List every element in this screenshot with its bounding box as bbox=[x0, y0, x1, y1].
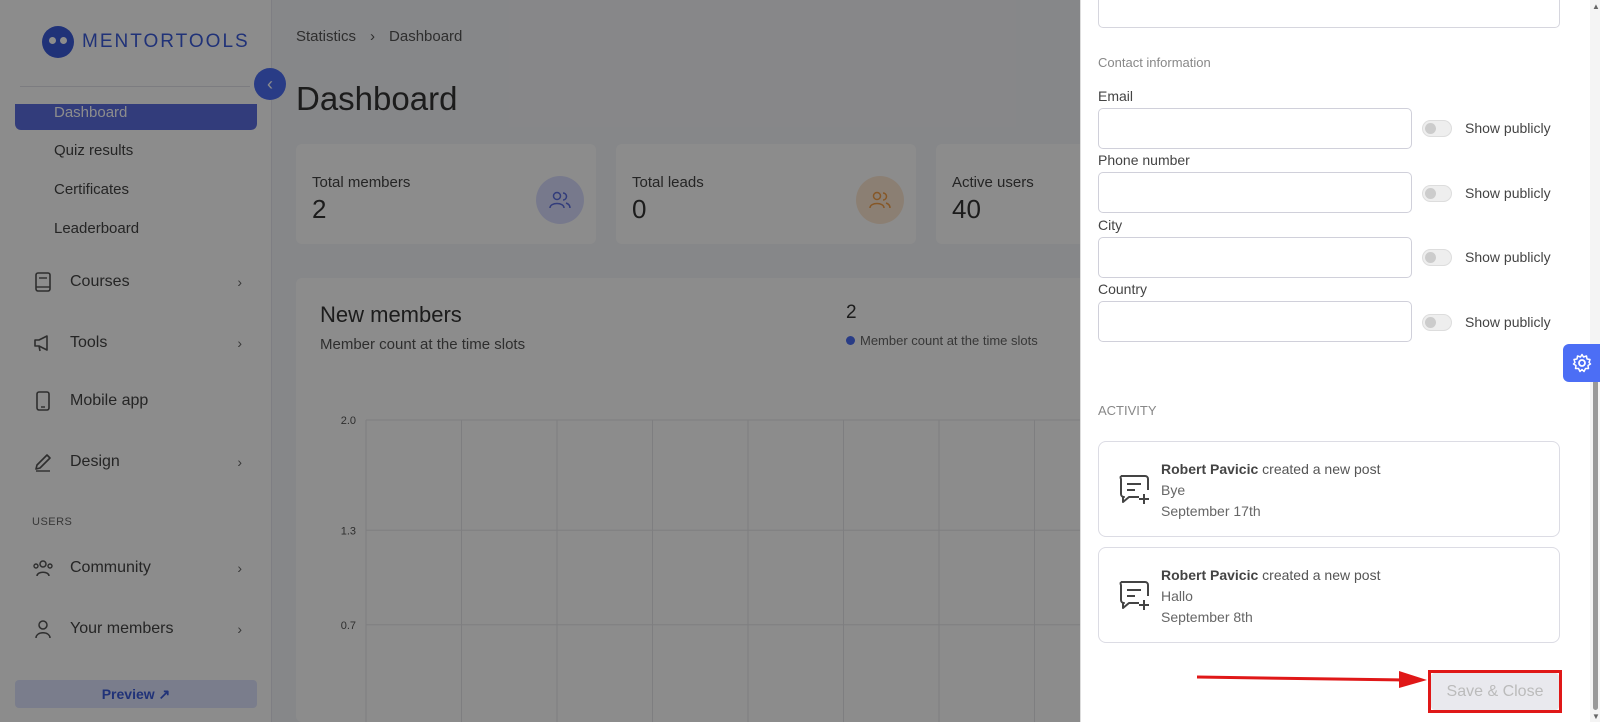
message-add-icon bbox=[1119, 581, 1149, 610]
country-show-publicly-toggle[interactable] bbox=[1422, 314, 1452, 331]
phone-number-field[interactable] bbox=[1098, 172, 1412, 213]
annotation-highlight-box bbox=[1428, 670, 1562, 713]
phone-label: Phone number bbox=[1098, 152, 1190, 168]
activity-item: Robert Pavicic created a new post Bye Se… bbox=[1098, 441, 1560, 537]
activity-author[interactable]: Robert Pavicic bbox=[1161, 461, 1258, 477]
activity-headline: Robert Pavicic created a new post bbox=[1161, 461, 1380, 477]
country-label: Country bbox=[1098, 281, 1148, 297]
toggle-label: Show publicly bbox=[1465, 249, 1551, 265]
activity-date: September 8th bbox=[1161, 609, 1253, 625]
country-field[interactable] bbox=[1098, 301, 1412, 342]
email-show-publicly-toggle[interactable] bbox=[1422, 120, 1452, 137]
city-label: City bbox=[1098, 217, 1123, 233]
annotation-arrow bbox=[1196, 671, 1427, 688]
gear-icon bbox=[1572, 353, 1591, 373]
message-add-icon bbox=[1119, 475, 1149, 504]
activity-headline: Robert Pavicic created a new post bbox=[1161, 567, 1380, 583]
toggle-label: Show publicly bbox=[1465, 120, 1551, 136]
scroll-up-icon[interactable]: ▲ bbox=[1592, 2, 1600, 11]
activity-action: created a new post bbox=[1262, 567, 1381, 583]
activity-date: September 17th bbox=[1161, 503, 1261, 519]
contact-section-label: Contact information bbox=[1098, 55, 1211, 70]
activity-post-title: Hallo bbox=[1161, 588, 1193, 604]
activity-action: created a new post bbox=[1262, 461, 1381, 477]
activity-item: Robert Pavicic created a new post Hallo … bbox=[1098, 547, 1560, 643]
activity-author[interactable]: Robert Pavicic bbox=[1161, 567, 1258, 583]
toggle-label: Show publicly bbox=[1465, 185, 1551, 201]
city-show-publicly-toggle[interactable] bbox=[1422, 249, 1452, 266]
activity-post-title: Bye bbox=[1161, 482, 1186, 498]
modal-backdrop[interactable] bbox=[0, 0, 1080, 722]
toggle-label: Show publicly bbox=[1465, 314, 1551, 330]
email-label: Email bbox=[1098, 88, 1134, 104]
email-field[interactable] bbox=[1098, 108, 1412, 149]
scroll-thumb[interactable] bbox=[1593, 380, 1598, 710]
settings-button[interactable] bbox=[1563, 344, 1600, 382]
phone-show-publicly-toggle[interactable] bbox=[1422, 185, 1452, 202]
activity-section-label: ACTIVITY bbox=[1098, 403, 1157, 418]
text-field[interactable] bbox=[1098, 0, 1560, 28]
scroll-down-icon[interactable]: ▼ bbox=[1592, 712, 1600, 721]
member-edit-panel: Contact information Email Show publicly … bbox=[1080, 0, 1600, 722]
city-field[interactable] bbox=[1098, 237, 1412, 278]
